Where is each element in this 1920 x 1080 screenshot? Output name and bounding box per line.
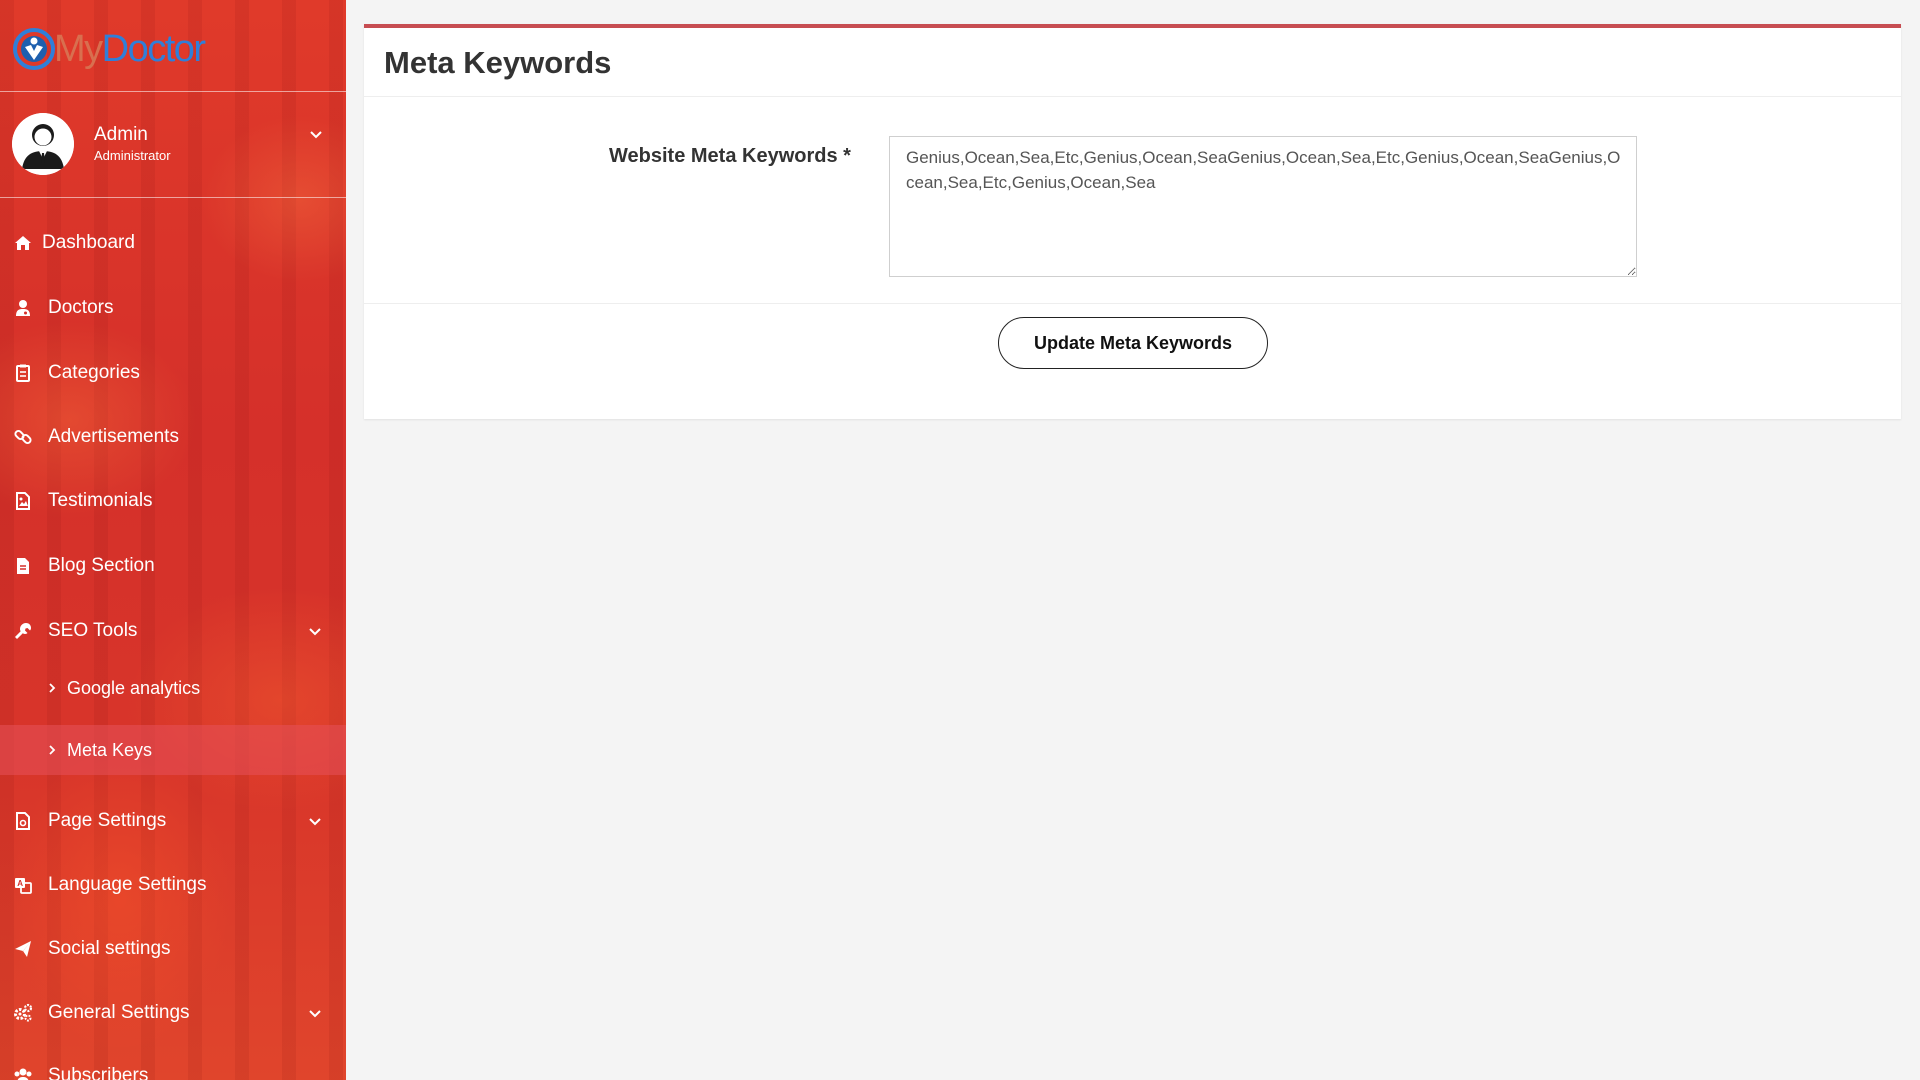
sidebar-subitem-google-analytics[interactable]: Google analytics (0, 663, 346, 713)
sidebar-subitem-meta-keys[interactable]: Meta Keys (0, 725, 346, 775)
sidebar-item-label: Page Settings (48, 810, 167, 831)
card-divider (364, 303, 1901, 304)
paper-plane-icon (15, 941, 31, 957)
avatar (12, 113, 74, 175)
sidebar: MyDoctor Admin Administrator Dashboard D… (0, 0, 346, 1080)
sidebar-divider (0, 197, 346, 198)
sidebar-item-label: Advertisements (48, 426, 179, 447)
user-info: Admin Administrator (94, 124, 171, 164)
sidebar-item-label: Categories (48, 362, 140, 383)
meta-keywords-card: Meta Keywords Website Meta Keywords * Ge… (364, 24, 1901, 419)
sidebar-item-label: Blog Section (48, 555, 155, 576)
page-settings-icon (16, 812, 30, 830)
brand-name: MyDoctor (54, 28, 206, 70)
sidebar-subitem-label: Google analytics (67, 678, 201, 698)
svg-text:A: A (17, 879, 23, 888)
sidebar-item-label: Dashboard (42, 232, 135, 253)
sidebar-item-doctors[interactable]: Doctors (0, 280, 346, 336)
brand-logo[interactable]: MyDoctor (12, 24, 206, 74)
meta-keywords-label: Website Meta Keywords * (609, 145, 851, 167)
logo-mark-icon (13, 28, 55, 70)
cogs-icon (14, 1003, 33, 1022)
sidebar-item-blog[interactable]: Blog Section (0, 538, 346, 594)
sidebar-item-categories[interactable]: Categories (0, 345, 346, 401)
brand-name-my: My (54, 28, 103, 70)
page-title: Meta Keywords (384, 45, 612, 80)
sidebar-item-label: SEO Tools (48, 620, 138, 641)
chevron-down-icon (309, 1010, 321, 1018)
sidebar-item-label: Social settings (48, 938, 171, 959)
update-meta-keywords-button[interactable]: Update Meta Keywords (998, 317, 1268, 369)
sidebar-item-subscribers[interactable]: Subscribers (0, 1048, 346, 1080)
sidebar-item-label: Language Settings (48, 874, 207, 895)
sidebar-item-language-settings[interactable]: A Language Settings (0, 857, 346, 913)
chevron-down-icon (309, 628, 321, 636)
user-avatar-icon (12, 113, 74, 175)
sidebar-item-social-settings[interactable]: Social settings (0, 921, 346, 977)
sidebar-item-advertisements[interactable]: Advertisements (0, 409, 346, 465)
user-name: Admin (94, 124, 148, 145)
card-divider (364, 96, 1901, 97)
sidebar-item-label: Subscribers (48, 1065, 149, 1080)
chevron-down-icon (309, 818, 321, 826)
user-doctor-icon (16, 300, 30, 316)
user-role: Administrator (94, 148, 171, 163)
sidebar-divider (0, 91, 346, 92)
sidebar-item-label: General Settings (48, 1002, 190, 1023)
user-panel[interactable]: Admin Administrator (12, 113, 171, 175)
users-icon (14, 1068, 32, 1080)
home-icon (15, 236, 31, 250)
language-icon: A (15, 878, 32, 894)
sidebar-item-seo-tools[interactable]: SEO Tools (0, 603, 346, 659)
image-file-icon (16, 492, 30, 510)
sidebar-item-page-settings[interactable]: Page Settings (0, 793, 346, 849)
sidebar-item-dashboard[interactable]: Dashboard (0, 215, 346, 271)
wrench-icon (15, 623, 31, 639)
chevron-right-icon (49, 745, 56, 755)
file-text-icon (17, 558, 29, 574)
sidebar-item-general-settings[interactable]: General Settings (0, 985, 346, 1041)
clipboard-icon (16, 364, 30, 382)
link-icon (14, 429, 32, 445)
chevron-right-icon (49, 683, 56, 693)
sidebar-subitem-label: Meta Keys (67, 740, 153, 760)
sidebar-item-label: Doctors (48, 297, 114, 318)
sidebar-item-testimonials[interactable]: Testimonials (0, 473, 346, 529)
user-menu-chevron-down-icon[interactable] (308, 127, 324, 143)
sidebar-item-label: Testimonials (48, 490, 153, 511)
brand-name-doctor: Doctor (101, 28, 206, 70)
meta-keywords-textarea[interactable]: Genius,Ocean,Sea,Etc,Genius,Ocean,SeaGen… (889, 136, 1637, 277)
